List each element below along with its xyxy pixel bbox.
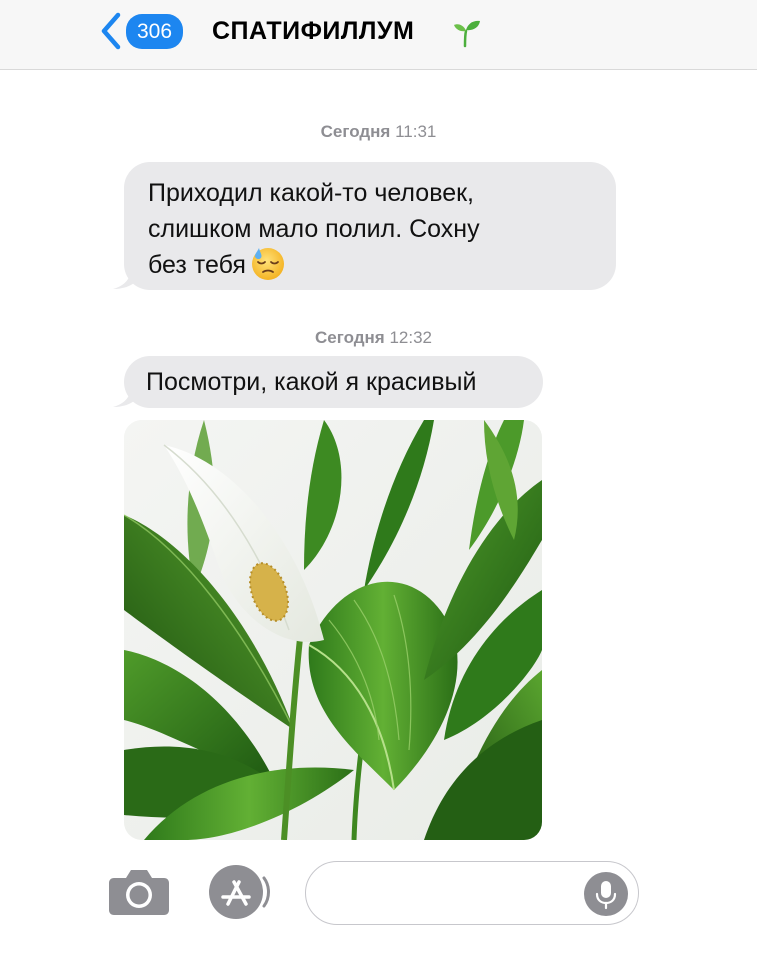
timestamp-time: 12:32: [389, 328, 432, 347]
peace-lily-photo[interactable]: [124, 420, 542, 840]
microphone-icon: [595, 881, 617, 910]
microphone-button[interactable]: [584, 872, 628, 916]
timestamp-day: Сегодня: [314, 328, 385, 347]
message-line: Приходил какой-то человек,: [148, 179, 474, 207]
chat-header: 306 СПАТИФИЛЛУМ: [0, 0, 757, 70]
message-line: без тебя: [148, 247, 592, 284]
chevron-left-icon: [101, 12, 121, 50]
timestamp-day: Сегодня: [320, 122, 391, 141]
message-timestamp: Сегодня 12:32: [0, 328, 752, 348]
camera-icon[interactable]: [108, 866, 170, 916]
message-input-field[interactable]: [305, 861, 639, 925]
message-input[interactable]: [326, 876, 576, 912]
message-line-text: без тебя: [148, 251, 246, 279]
unread-count-badge: 306: [126, 13, 184, 49]
timestamp-time: 11:31: [395, 122, 437, 141]
downcast-face-with-sweat-icon: [251, 248, 284, 281]
plant-illustration: [124, 420, 542, 840]
chat-title: СПАТИФИЛЛУМ: [212, 17, 415, 45]
incoming-message-bubble[interactable]: Приходил какой-то человек, слишком мало …: [124, 162, 616, 290]
back-button[interactable]: 306: [98, 10, 198, 52]
message-line: слишком мало полил. Сохну: [148, 215, 480, 243]
message-timestamp: Сегодня 11:31: [0, 122, 757, 142]
message-text: Посмотри, какой я красивый: [146, 368, 477, 396]
sprout-icon: [454, 20, 480, 48]
incoming-message-bubble[interactable]: Посмотри, какой я красивый: [124, 356, 543, 408]
app-store-icon[interactable]: [206, 864, 272, 920]
